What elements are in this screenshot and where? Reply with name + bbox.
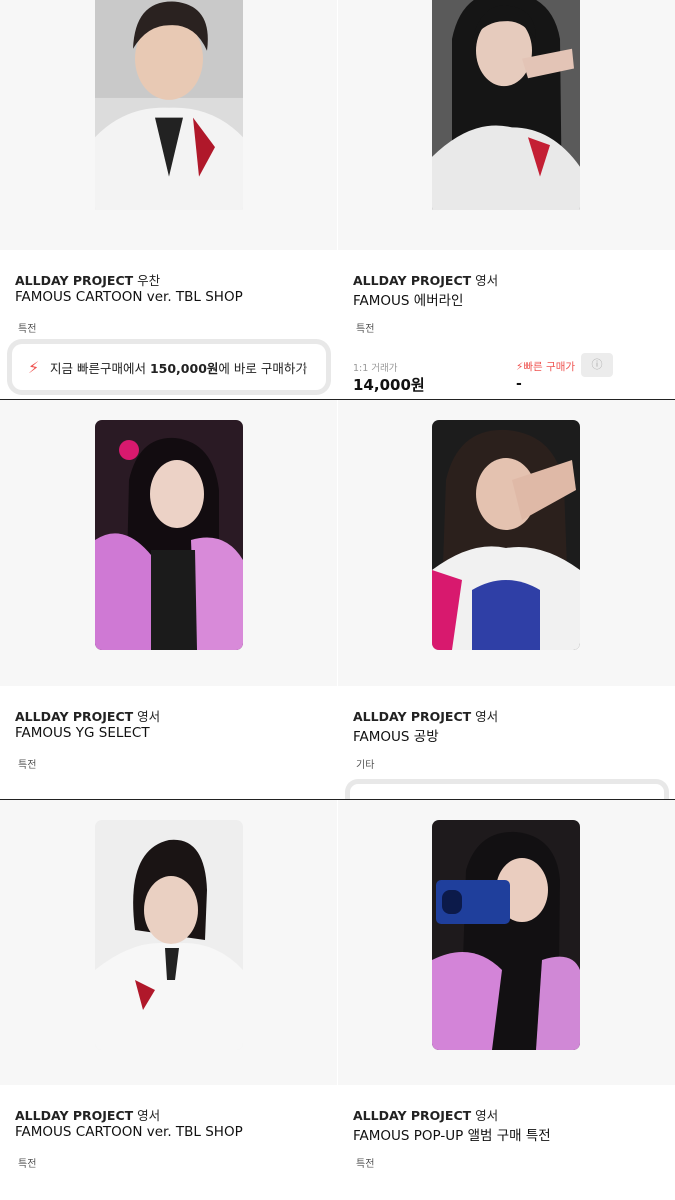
- product-tag: 특전: [18, 760, 37, 771]
- product-image-area[interactable]: [338, 400, 675, 686]
- quick-buy-banner-partial[interactable]: [350, 784, 664, 800]
- product-card[interactable]: ALLDAY PROJECT 영서 FAMOUS CARTOON ver. TBL…: [0, 800, 337, 1200]
- product-title[interactable]: FAMOUS POP-UP 앨범 구매 특전: [353, 1124, 551, 1144]
- product-title[interactable]: FAMOUS 공방: [353, 725, 439, 745]
- product-image-area[interactable]: [0, 800, 337, 1085]
- product-title[interactable]: FAMOUS YG SELECT: [15, 725, 150, 741]
- product-photo: [95, 820, 243, 1050]
- lightning-icon: ⚡: [28, 357, 40, 377]
- product-photo: [432, 420, 580, 650]
- quick-buy-text: 지금 빠른구매에서 150,000원에 바로 구매하기: [50, 360, 307, 376]
- product-brand: ALLDAY PROJECT 영서: [353, 1108, 499, 1123]
- product-card[interactable]: ALLDAY PROJECT 영서 FAMOUS POP-UP 앨범 구매 특전 …: [338, 800, 675, 1200]
- chevron-right-icon: ›: [301, 357, 308, 376]
- product-tag: 기타: [356, 760, 375, 771]
- quick-buy-banner[interactable]: ⚡ 지금 빠른구매에서 150,000원에 바로 구매하기 ›: [12, 344, 326, 390]
- product-photo: [432, 820, 580, 1050]
- product-tag: 특전: [18, 1159, 37, 1170]
- product-card[interactable]: ALLDAY PROJECT 우찬 FAMOUS CARTOON ver. TBL…: [0, 0, 337, 400]
- product-tag: 특전: [356, 324, 375, 335]
- listing-panel-3: ALLDAY PROJECT 영서 FAMOUS CARTOON ver. TBL…: [0, 800, 675, 1200]
- product-image-area[interactable]: [338, 0, 675, 250]
- product-brand: ALLDAY PROJECT 우찬: [15, 273, 161, 288]
- trade-price-label: 1:1 거래가: [353, 363, 398, 374]
- product-tag: 특전: [356, 1159, 375, 1170]
- product-card[interactable]: ALLDAY PROJECT 영서 FAMOUS 에버라인 특전 1:1 거래가 …: [338, 0, 675, 400]
- listing-panel-1: ALLDAY PROJECT 우찬 FAMOUS CARTOON ver. TBL…: [0, 0, 675, 400]
- product-title[interactable]: FAMOUS CARTOON ver. TBL SHOP: [15, 289, 243, 305]
- product-card[interactable]: ALLDAY PROJECT 영서 FAMOUS 공방 기타: [338, 400, 675, 800]
- product-brand: ALLDAY PROJECT 영서: [15, 709, 161, 724]
- product-title[interactable]: FAMOUS CARTOON ver. TBL SHOP: [15, 1124, 243, 1140]
- product-image-area[interactable]: [338, 800, 675, 1085]
- product-brand: ALLDAY PROJECT 영서: [353, 709, 499, 724]
- product-photo: [432, 0, 580, 214]
- product-title[interactable]: FAMOUS 에버라인: [353, 289, 463, 309]
- info-button[interactable]: ⓘ: [581, 353, 613, 377]
- product-brand: ALLDAY PROJECT 영서: [15, 1108, 161, 1123]
- listing-panel-2: ALLDAY PROJECT 영서 FAMOUS YG SELECT 특전 ALL…: [0, 400, 675, 800]
- product-photo: [95, 0, 243, 214]
- product-tag: 특전: [18, 324, 37, 335]
- product-card[interactable]: ALLDAY PROJECT 영서 FAMOUS YG SELECT 특전: [0, 400, 337, 800]
- product-brand: ALLDAY PROJECT 영서: [353, 273, 499, 288]
- trade-price: 14,000원: [353, 376, 425, 394]
- info-icon: ⓘ: [591, 358, 603, 371]
- quick-buy-price: -: [516, 376, 522, 392]
- product-image-area[interactable]: [0, 400, 337, 686]
- quick-buy-price-label: ⚡빠른 구매가: [516, 361, 576, 373]
- product-photo: [95, 420, 243, 650]
- product-image-area[interactable]: [0, 0, 337, 250]
